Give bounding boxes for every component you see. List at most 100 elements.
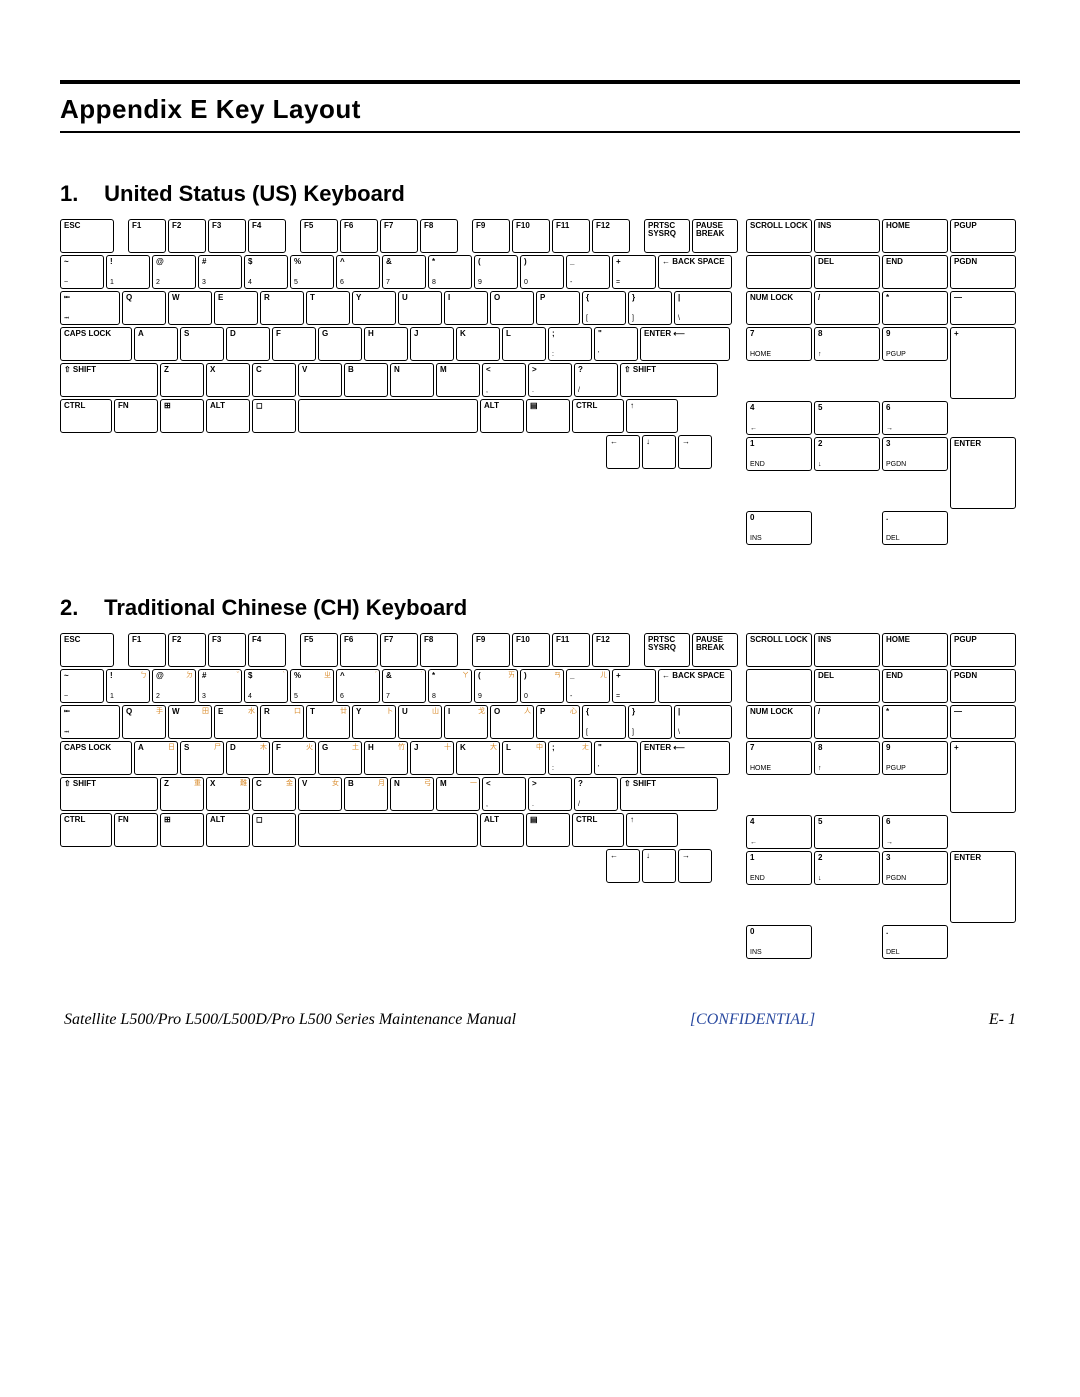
key-numpad: 6→ (882, 815, 948, 849)
key-letter: {[ (582, 291, 626, 325)
key-letter: ⇧ SHIFT (60, 777, 158, 811)
key-mod: ↑ (626, 813, 678, 847)
section-title-1: United Status (US) Keyboard (104, 181, 405, 206)
key-fn: F7 (380, 633, 418, 667)
key-letter: R (260, 291, 304, 325)
key-numpad: PGUP (950, 633, 1016, 667)
key-letter: G (318, 327, 362, 361)
key-letter: J (410, 327, 454, 361)
key-num: (9 (474, 255, 518, 289)
key-numpad: 8↑ (814, 327, 880, 361)
key-numpad (746, 669, 812, 703)
key-fn: F5 (300, 633, 338, 667)
key-mod: ALT (206, 399, 250, 433)
key-num: ← BACK SPACE (658, 255, 732, 289)
key-numpad: 5 (814, 815, 880, 849)
key-mod: ALT (206, 813, 250, 847)
key-letter: P心 (536, 705, 580, 739)
key-letter: |\ (674, 705, 732, 739)
key-fn: F4 (248, 219, 286, 253)
key-numpad: 8↑ (814, 741, 880, 775)
key-letter: }] (628, 291, 672, 325)
key-letter: Q (122, 291, 166, 325)
key-num: $4 (244, 255, 288, 289)
key-letter: U (398, 291, 442, 325)
key-letter: M一 (436, 777, 480, 811)
top-rule (60, 80, 1020, 84)
key-letter: |\ (674, 291, 732, 325)
key-fn: PAUSE BREAK (692, 219, 738, 253)
key-letter: B (344, 363, 388, 397)
key-letter: E水 (214, 705, 258, 739)
key-numpad: 5 (814, 401, 880, 435)
key-fn: F12 (592, 219, 630, 253)
key-letter: ;: (548, 327, 592, 361)
key-letter: E (214, 291, 258, 325)
key-letter: C金 (252, 777, 296, 811)
key-num: %5 (290, 255, 334, 289)
key-numpad: 9PGUP (882, 327, 948, 361)
key-letter: <, (482, 363, 526, 397)
key-mod: CTRL (60, 399, 112, 433)
key-num: *8 (428, 255, 472, 289)
key-letter: N弓 (390, 777, 434, 811)
key-letter: CAPS LOCK (60, 327, 132, 361)
key-mod (298, 813, 478, 847)
key-letter: W田 (168, 705, 212, 739)
key-fn: F6 (340, 219, 378, 253)
key-letter: K (456, 327, 500, 361)
key-num: #3ˇ (198, 669, 242, 703)
key-letter: W (168, 291, 212, 325)
key-letter: Q手 (122, 705, 166, 739)
key-num: ^6 (336, 255, 380, 289)
key-letter: T廿 (306, 705, 350, 739)
key-letter: O (490, 291, 534, 325)
section-num-2: 2. (60, 595, 98, 621)
key-letter: ?/ (574, 777, 618, 811)
key-numpad-plus: + (950, 327, 1016, 399)
key-numpad: NUM LOCK (746, 705, 812, 739)
key-letter: S (180, 327, 224, 361)
key-letter: G土 (318, 741, 362, 775)
key-mod: FN (114, 399, 158, 433)
key-numpad: DEL (814, 669, 880, 703)
key-fn: PRTSC SYSRQ (644, 219, 690, 253)
key-fn: F4 (248, 633, 286, 667)
key-numpad: DEL (814, 255, 880, 289)
key-mod (298, 399, 478, 433)
key-letter: A日 (134, 741, 178, 775)
key-letter: O人 (490, 705, 534, 739)
key-letter: Z重 (160, 777, 204, 811)
key-fn: F6 (340, 633, 378, 667)
key-fn: F5 (300, 219, 338, 253)
key-numpad: 3PGDN (882, 437, 948, 471)
key-letter: I (444, 291, 488, 325)
key-letter: ⇧ SHIFT (620, 363, 718, 397)
key-numpad: NUM LOCK (746, 291, 812, 325)
title-underline (60, 131, 1020, 133)
keyboard-us-figure: ESCF1F2F3F4F5F6F7F8F9F10F11F12PRTSC SYSR… (60, 219, 1020, 547)
key-mod: ALT (480, 813, 524, 847)
key-numpad: END (882, 669, 948, 703)
key-letter: {[ (582, 705, 626, 739)
key-numpad: / (814, 291, 880, 325)
keyboard-ch-figure: ESCF1F2F3F4F5F6F7F8F9F10F11F12PRTSC SYSR… (60, 633, 1020, 961)
key-fn: F9 (472, 219, 510, 253)
key-numpad: 4← (746, 815, 812, 849)
key-num: _- (566, 255, 610, 289)
key-arrow: → (678, 849, 712, 883)
key-letter: ;:ㄤ (548, 741, 592, 775)
key-num: ~~ (60, 255, 104, 289)
key-numpad: 3PGDN (882, 851, 948, 885)
key-numpad (746, 255, 812, 289)
key-mod: ALT (480, 399, 524, 433)
key-fn: F9 (472, 633, 510, 667)
key-arrow: ↓ (642, 435, 676, 469)
key-letter: ⇧ SHIFT (620, 777, 718, 811)
key-mod: CTRL (572, 813, 624, 847)
key-mod: ◻ (252, 813, 296, 847)
key-letter: J十 (410, 741, 454, 775)
key-letter: L (502, 327, 546, 361)
footer-center: [CONFIDENTIAL] (690, 1011, 815, 1029)
key-num: ← BACK SPACE (658, 669, 732, 703)
